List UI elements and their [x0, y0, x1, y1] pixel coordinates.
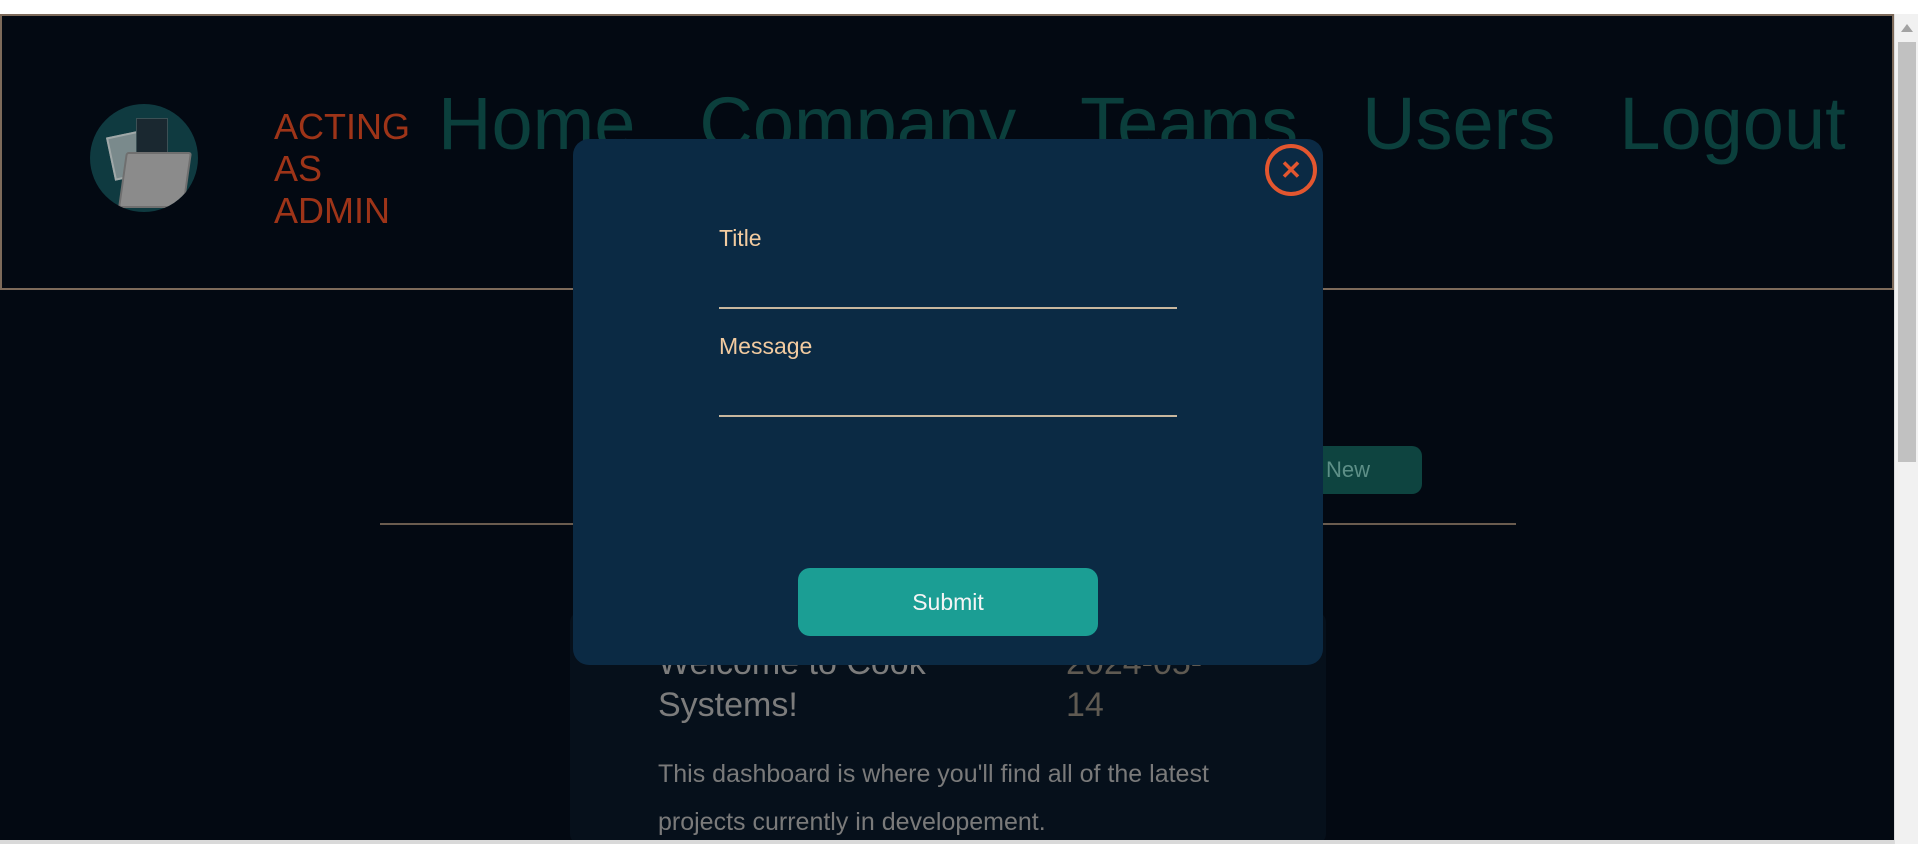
nav-users[interactable]: Users	[1362, 84, 1555, 164]
announcement-text: This dashboard is where you'll find all …	[658, 760, 1209, 836]
browser-top-edge	[0, 0, 1918, 14]
title-label: Title	[719, 225, 762, 251]
scroll-thumb[interactable]	[1898, 42, 1916, 462]
nav-logout[interactable]: Logout	[1619, 84, 1845, 164]
logo	[90, 104, 198, 212]
message-label: Message	[719, 333, 813, 359]
title-input[interactable]	[719, 273, 1177, 309]
close-button[interactable]: ✕	[1265, 144, 1317, 196]
browser-bottom-edge	[0, 840, 1894, 844]
new-announcement-modal: ✕ Title Message Submit	[573, 139, 1323, 665]
vertical-scrollbar[interactable]	[1894, 14, 1918, 844]
acting-as-admin-label: ACTING AS ADMIN	[274, 106, 411, 231]
scroll-up-arrow-icon[interactable]	[1901, 24, 1913, 32]
close-icon: ✕	[1280, 155, 1302, 185]
message-input[interactable]	[719, 381, 1177, 417]
folder-icon	[118, 152, 192, 208]
submit-button[interactable]: Submit	[798, 568, 1098, 636]
